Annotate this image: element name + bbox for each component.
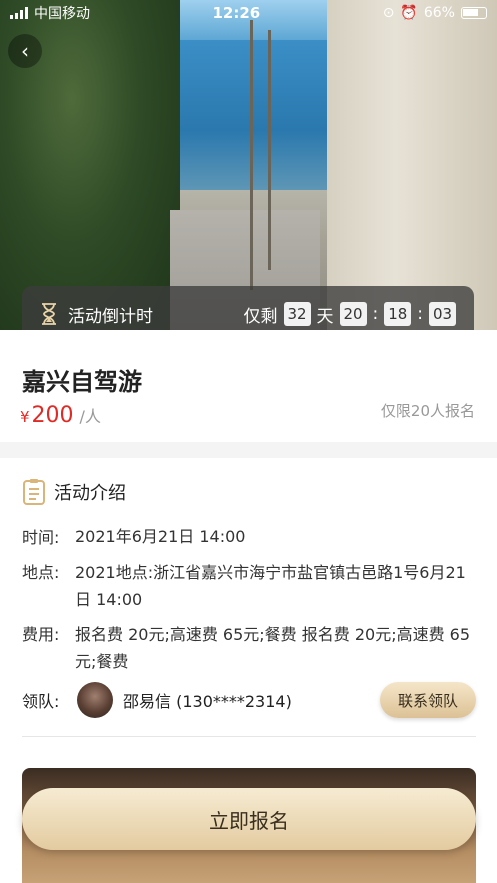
price-unit: /人 xyxy=(79,407,101,426)
time-value: 2021年6月21日 14:00 xyxy=(75,527,246,546)
hourglass-icon xyxy=(42,303,56,325)
event-title: 嘉兴自驾游 xyxy=(22,368,142,396)
place-row: 地点: 2021地点:浙江省嘉兴市海宁市盐官镇古邑路1号6月21日 14:00 xyxy=(22,559,475,613)
hero-image xyxy=(0,0,497,330)
countdown-seconds: 03 xyxy=(429,302,456,326)
carrier-name: 中国移动 xyxy=(34,6,90,22)
price-value: 200 xyxy=(31,403,74,428)
fee-row: 费用: 报名费 20元;高速费 65元;餐费 报名费 20元;高速费 65元;餐… xyxy=(22,621,475,675)
countdown-minutes: 18 xyxy=(384,302,412,326)
status-bar: 中国移动 12:26 ⊙ ⏰ 66% xyxy=(0,0,497,26)
hero-sea xyxy=(180,40,330,190)
battery-percent: 66% xyxy=(423,5,455,21)
countdown-separator: : xyxy=(417,304,423,324)
contact-leader-button[interactable]: 联系领队 xyxy=(380,682,476,718)
lock-rotation-icon: ⊙ xyxy=(382,5,395,21)
signal-icon xyxy=(10,7,28,19)
fee-value: 报名费 20元;高速费 65元;餐费 报名费 20元;高速费 65元;餐费 xyxy=(75,625,471,671)
countdown-separator: : xyxy=(372,304,379,324)
divider xyxy=(22,736,476,737)
countdown-label: 活动倒计时 xyxy=(68,306,153,327)
leader-row: 领队: 邵易信 (130****2314) 联系领队 xyxy=(22,680,476,720)
event-price: ¥ 200 /人 xyxy=(20,403,101,428)
countdown-days: 32 xyxy=(283,302,311,326)
countdown-prefix: 仅剩 xyxy=(243,306,278,327)
intro-heading: 活动介绍 xyxy=(22,478,126,506)
countdown-hours: 20 xyxy=(339,302,367,326)
signup-button[interactable]: 立即报名 xyxy=(22,788,476,850)
place-value: 2021地点:浙江省嘉兴市海宁市盐官镇古邑路1号6月21日 14:00 xyxy=(75,563,466,609)
status-time: 12:26 xyxy=(212,4,261,22)
time-label: 时间: xyxy=(22,528,60,547)
currency-symbol: ¥ xyxy=(20,408,30,426)
back-button[interactable]: ‹ xyxy=(8,34,42,68)
avatar xyxy=(77,682,113,718)
leader-label: 领队: xyxy=(22,692,60,711)
intro-heading-text: 活动介绍 xyxy=(54,483,126,504)
fee-label: 费用: xyxy=(22,625,60,644)
chevron-left-icon: ‹ xyxy=(21,39,29,63)
hero-pole xyxy=(268,30,271,270)
hero-pole xyxy=(250,20,253,290)
signup-limit: 仅限20人报名 xyxy=(380,402,475,420)
hero-wall xyxy=(327,0,497,330)
countdown-days-unit: 天 xyxy=(316,306,334,327)
battery-icon xyxy=(460,7,487,19)
event-summary-card: 嘉兴自驾游 ¥ 200 /人 仅限20人报名 xyxy=(0,330,497,442)
leader-name: 邵易信 (130****2314) xyxy=(123,692,292,711)
document-icon xyxy=(23,479,45,505)
time-row: 时间: 2021年6月21日 14:00 xyxy=(22,524,475,550)
place-label: 地点: xyxy=(22,563,60,582)
alarm-icon: ⏰ xyxy=(400,5,418,21)
